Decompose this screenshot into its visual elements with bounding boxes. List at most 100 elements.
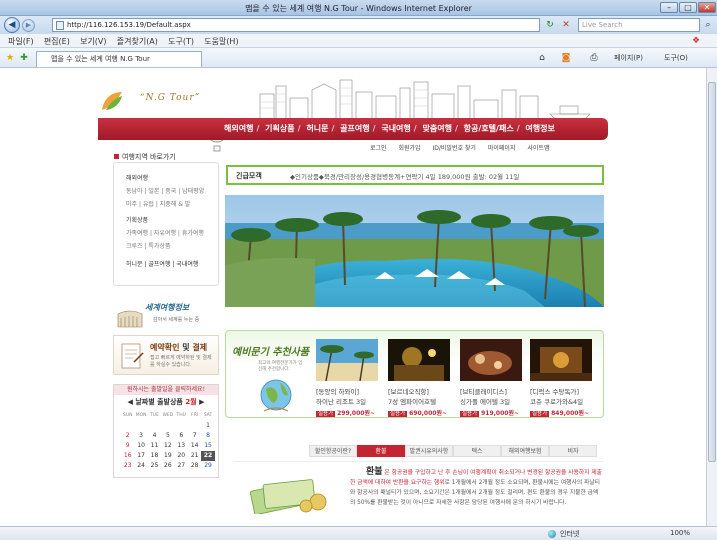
- calendar-day[interactable]: 5: [161, 431, 174, 441]
- reservation-check-banner[interactable]: 예약확인 및 결제 접고 빠르게 예약하된 및 결제를 하실수 있습니다.: [113, 335, 219, 375]
- nav-air-hotel-pass[interactable]: 항공/호텔/패스: [464, 124, 514, 133]
- site-brand: “N.G Tour”: [140, 93, 201, 103]
- tab-ticketing-notes[interactable]: 발권시유의사항: [405, 445, 453, 457]
- calendar-day[interactable]: 1: [201, 421, 214, 431]
- promo-desc: 접고 빠르게 예약하된 및 결제를 하실수 있습니다.: [150, 355, 212, 368]
- calendar-day[interactable]: 25: [148, 461, 161, 471]
- close-window-button[interactable]: ✕: [698, 2, 716, 13]
- calendar-day[interactable]: 7: [188, 431, 201, 441]
- site-logo[interactable]: [100, 90, 124, 112]
- calendar-next-icon[interactable]: ▶: [199, 398, 204, 406]
- feeds-icon[interactable]: ◙: [560, 52, 572, 64]
- product-card[interactable]: [동양의 하와이] 하이난 리조트 3일 실용가 299,000원~: [316, 339, 378, 417]
- sidebar-link[interactable]: 가족여행 | 자유여행 | 휴가여행: [126, 228, 204, 237]
- minimize-button[interactable]: –: [660, 2, 678, 13]
- colosseum-icon: [117, 310, 143, 328]
- tools-menu[interactable]: 도구(O): [664, 53, 688, 63]
- sitemap-link[interactable]: 사이트맵: [527, 145, 549, 152]
- tab-tax[interactable]: 텍스: [453, 445, 501, 457]
- back-button[interactable]: ◀: [4, 17, 20, 33]
- calendar-day[interactable]: 21: [188, 451, 201, 461]
- calendar-day[interactable]: 6: [175, 431, 188, 441]
- page-menu[interactable]: 페이지(P): [614, 53, 643, 63]
- calendar-day[interactable]: 17: [134, 451, 147, 461]
- calendar-day[interactable]: 27: [175, 461, 188, 471]
- product-photo: [316, 339, 378, 382]
- calendar-day[interactable]: 24: [134, 461, 147, 471]
- calendar-day[interactable]: 10: [134, 441, 147, 451]
- signup-link[interactable]: 회원가입: [398, 145, 420, 152]
- stop-icon[interactable]: ✕: [560, 19, 572, 31]
- browser-tab[interactable]: 맵을 수 있는 세계 여행 N.G Tour: [36, 51, 202, 67]
- calendar-day[interactable]: 20: [175, 451, 188, 461]
- product-card[interactable]: [보르네오직항] 7성 엠파이어호텔 실용가 690,000원~: [388, 339, 450, 417]
- calendar-day[interactable]: 18: [148, 451, 161, 461]
- calendar-day[interactable]: 13: [175, 441, 188, 451]
- calendar-day[interactable]: 29: [201, 461, 214, 471]
- nav-special-products[interactable]: 기획상품: [265, 124, 294, 133]
- resort-hero-image[interactable]: [225, 195, 604, 307]
- tab-discount-air[interactable]: 할인항공이란?: [309, 445, 357, 457]
- nav-honeymoon[interactable]: 허니문: [306, 124, 328, 133]
- find-id-link[interactable]: ID/비밀번호 찾기: [433, 145, 476, 152]
- mypage-link[interactable]: 마이페이지: [488, 145, 516, 152]
- urgent-ticker[interactable]: 긴급모객 ◆인기상품◆북경/만리장성/용경협병동계+연락기 4일 189,000…: [226, 165, 604, 185]
- calendar-day[interactable]: 8: [201, 431, 214, 441]
- calendar-day[interactable]: 9: [121, 441, 134, 451]
- sidebar-group-title[interactable]: 해외여행: [126, 173, 204, 182]
- product-name-2: 코쥬 쿠로가와&4일: [530, 398, 584, 406]
- menu-file[interactable]: 파일(F): [8, 36, 34, 47]
- calendar-day[interactable]: 23: [121, 461, 134, 471]
- menu-help[interactable]: 도움말(H): [204, 36, 238, 47]
- world-travel-info-banner[interactable]: 세계여행정보 감아서 세계를 누는 중: [113, 298, 219, 332]
- calendar-day[interactable]: 3: [134, 431, 147, 441]
- nav-travel-info[interactable]: 여행정보: [525, 124, 554, 133]
- tab-travel-insurance[interactable]: 해외여행보험: [501, 445, 549, 457]
- product-card[interactable]: [디럭스 수탕독가] 코쥬 쿠로가와&4일 실용가 849,000원~: [530, 339, 592, 417]
- page-icon: [56, 21, 64, 30]
- calendar-day[interactable]: 22: [201, 451, 215, 461]
- calendar-day[interactable]: 12: [161, 441, 174, 451]
- zoom-level[interactable]: 100%: [670, 529, 690, 537]
- forward-button[interactable]: ▶: [22, 19, 35, 32]
- tab-visa[interactable]: 비자: [549, 445, 597, 457]
- vertical-scrollbar[interactable]: [706, 68, 717, 526]
- url-field[interactable]: http://116.126.153.19/Default.aspx: [52, 18, 540, 32]
- nav-golf-travel[interactable]: 골프여행: [340, 124, 369, 133]
- search-icon[interactable]: ⌕: [702, 19, 714, 31]
- menu-tools[interactable]: 도구(T): [168, 36, 194, 47]
- sidebar-link[interactable]: 크루즈 | 특가상품: [126, 241, 204, 250]
- calendar-day[interactable]: 28: [188, 461, 201, 471]
- calendar-day[interactable]: 11: [148, 441, 161, 451]
- sidebar-link[interactable]: 동남아 | 일본 | 중국 | 남태평양: [126, 186, 204, 195]
- calendar-day[interactable]: 16: [121, 451, 134, 461]
- print-icon[interactable]: ⎙: [588, 52, 600, 64]
- favorites-star-icon[interactable]: ★: [4, 52, 16, 64]
- tab-refund[interactable]: 환불: [357, 445, 405, 457]
- sidebar-link[interactable]: 미주 | 유럽 | 지중해 & 발: [126, 199, 204, 208]
- refresh-icon[interactable]: ↻: [544, 19, 556, 31]
- sidebar-group-title[interactable]: 기획상품: [126, 215, 204, 224]
- nav-overseas-travel[interactable]: 해외여행: [224, 124, 253, 133]
- search-input[interactable]: Live Search: [578, 18, 700, 32]
- maximize-button[interactable]: □: [679, 2, 697, 13]
- home-icon[interactable]: ⌂: [536, 52, 548, 64]
- calendar-prev[interactable]: ◀ 날짜별 출발상품: [128, 398, 183, 406]
- login-link[interactable]: 로그인: [370, 145, 387, 152]
- calendar-day[interactable]: 14: [188, 441, 201, 451]
- scrollbar-thumb[interactable]: [708, 82, 716, 462]
- calendar-day[interactable]: 15: [201, 441, 214, 451]
- sidebar-group-title[interactable]: 허니문 | 골프여행 | 국내여행: [126, 259, 198, 268]
- nav-domestic-travel[interactable]: 국내여행: [381, 124, 410, 133]
- add-favorite-icon[interactable]: ✚: [18, 52, 30, 64]
- calendar-day[interactable]: 26: [161, 461, 174, 471]
- ie-logo-icon[interactable]: ❖: [690, 35, 702, 47]
- nav-custom-travel[interactable]: 맞춤여행: [423, 124, 452, 133]
- menu-favorites[interactable]: 즐겨찾기(A): [117, 36, 158, 47]
- product-card[interactable]: [브티클래이디스] 싱가폴 에어텔 3일 실용가 919,000원~: [460, 339, 522, 417]
- calendar-day[interactable]: 2: [121, 431, 134, 441]
- calendar-day[interactable]: 19: [161, 451, 174, 461]
- menu-view[interactable]: 보기(V): [80, 36, 106, 47]
- menu-edit[interactable]: 편집(E): [44, 36, 70, 47]
- calendar-day[interactable]: 4: [148, 431, 161, 441]
